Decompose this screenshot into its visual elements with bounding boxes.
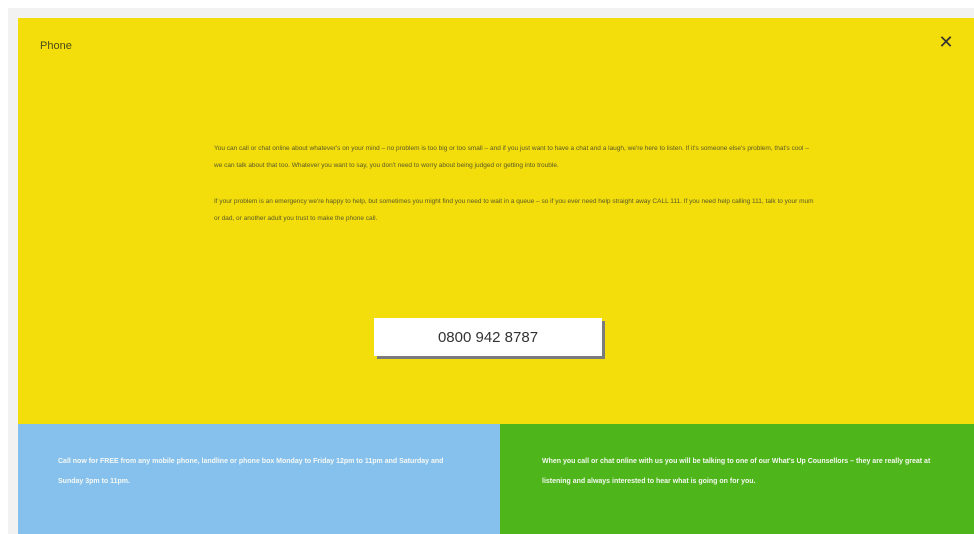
phone-number-button[interactable]: 0800 942 8787 xyxy=(374,318,602,356)
close-button[interactable]: ✕ xyxy=(936,32,956,52)
info-paragraph-2: If your problem is an emergency we're ha… xyxy=(214,198,814,222)
hours-text: Call now for FREE from any mobile phone,… xyxy=(58,458,444,485)
phone-modal: Phone ✕ You can call or chat online abou… xyxy=(18,18,974,534)
info-text: You can call or chat online about whatev… xyxy=(214,140,814,246)
info-paragraph-1: You can call or chat online about whatev… xyxy=(214,145,809,169)
close-icon: ✕ xyxy=(938,32,954,52)
counsellors-panel: When you call or chat online with us you… xyxy=(500,424,974,534)
counsellors-text: When you call or chat online with us you… xyxy=(542,458,931,485)
main-panel: Phone ✕ You can call or chat online abou… xyxy=(18,18,974,424)
phone-number-label: 0800 942 8787 xyxy=(437,328,539,346)
hours-panel: Call now for FREE from any mobile phone,… xyxy=(18,424,500,534)
modal-title: Phone xyxy=(40,40,72,52)
